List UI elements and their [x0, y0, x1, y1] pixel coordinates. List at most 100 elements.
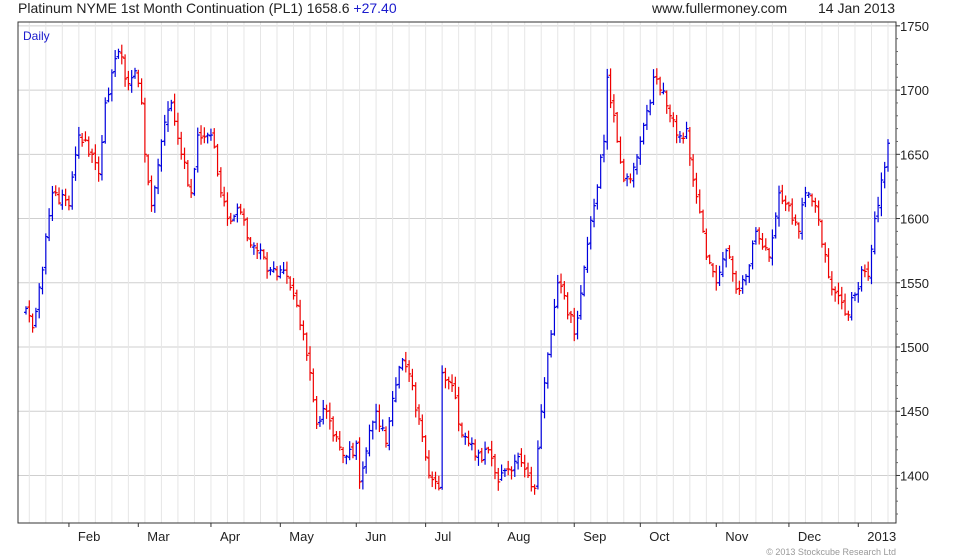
ohlc-bar — [519, 448, 524, 467]
ohlc-bar — [166, 101, 171, 132]
price-chart: 1400 1450 1500 1550 1600 1650 1700 1750 Feb Mar Ap… — [17, 19, 929, 557]
ohlc-bar — [225, 192, 230, 226]
ohlc-bar — [440, 365, 445, 490]
axis-ticks: 1400 1450 1500 1550 1600 1650 1700 1750 Feb Mar Ap… — [68, 19, 929, 544]
ohlc-bar — [271, 261, 276, 273]
ohlc-bar — [311, 368, 316, 403]
ohlc-bar — [423, 435, 428, 461]
ohlc-bar — [142, 97, 147, 163]
ohlc-bar — [836, 282, 841, 305]
ohlc-bar — [796, 222, 801, 239]
ohlc-bar — [175, 112, 180, 145]
x-tick-label: Feb — [78, 529, 100, 544]
ohlc-bar — [582, 265, 587, 297]
ohlc-bar — [179, 131, 184, 160]
ohlc-bar — [499, 464, 504, 481]
ohlc-bar — [377, 404, 382, 433]
ohlc-bar — [57, 187, 62, 205]
ohlc-bar — [294, 289, 299, 308]
ohlc-bar — [618, 136, 623, 164]
ohlc-bar — [324, 404, 329, 419]
ohlc-bar — [417, 404, 422, 425]
ohlc-bar — [222, 186, 227, 207]
ohlc-bar — [182, 147, 187, 170]
ohlc-bar — [674, 114, 679, 144]
ohlc-bar — [710, 263, 715, 278]
ohlc-bar — [707, 254, 712, 265]
ohlc-bar — [245, 217, 250, 242]
ohlc-bar — [218, 167, 223, 198]
ohlc-bar — [426, 450, 431, 479]
ohlc-bar — [380, 419, 385, 432]
ohlc-bar — [463, 432, 468, 445]
ohlc-bar — [644, 104, 649, 130]
ohlc-bar — [238, 203, 243, 215]
x-tick-label: Aug — [507, 529, 530, 544]
ohlc-bar — [212, 128, 217, 149]
ohlc-bar — [433, 471, 438, 490]
y-tick-label: 1750 — [900, 19, 929, 34]
ohlc-bar — [727, 245, 732, 259]
ohlc-bar — [30, 313, 35, 333]
ohlc-bar — [96, 156, 101, 182]
ohlc-bar — [317, 416, 322, 427]
x-tick-label: Jun — [365, 529, 386, 544]
ohlc-bar — [281, 261, 286, 275]
ohlc-bar — [308, 346, 313, 381]
period-label: Daily — [23, 29, 50, 43]
ohlc-bar — [628, 173, 633, 184]
y-tick-label: 1550 — [900, 276, 929, 291]
ohlc-bar — [882, 161, 887, 189]
ohlc-bar — [387, 417, 392, 451]
ohlc-bar — [284, 261, 289, 284]
ohlc-bar — [651, 69, 656, 106]
x-tick-label: Mar — [147, 529, 170, 544]
ohlc-bar — [152, 185, 157, 213]
ohlc-bar — [63, 188, 68, 207]
ohlc-bar — [27, 300, 32, 323]
ohlc-bar — [826, 248, 831, 279]
ohlc-bar — [90, 148, 95, 163]
ohlc-bar — [364, 447, 369, 474]
ohlc-bar — [608, 68, 613, 109]
ohlc-bar — [555, 274, 560, 309]
ohlc-bar — [522, 454, 527, 478]
y-tick-label: 1600 — [900, 212, 929, 227]
ohlc-bar — [829, 271, 834, 296]
ohlc-bar — [654, 68, 659, 85]
ohlc-bar — [611, 94, 616, 123]
ohlc-bar — [819, 219, 824, 248]
ohlc-bar — [162, 114, 167, 146]
ohlc-bar — [730, 255, 735, 282]
ohlc-bar — [40, 266, 45, 295]
ohlc-bar — [879, 172, 884, 217]
ohlc-bar — [195, 127, 200, 173]
ohlc-bar — [400, 358, 405, 371]
ohlc-bar — [331, 416, 336, 442]
ohlc-bar — [248, 237, 253, 248]
ohlc-bar — [631, 162, 636, 188]
ohlc-bar — [390, 391, 395, 427]
y-tick-label: 1450 — [900, 404, 929, 419]
ohlc-bar — [261, 249, 266, 260]
ohlc-bar — [139, 78, 144, 105]
ohlc-bar — [509, 466, 514, 480]
ohlc-bar — [601, 134, 606, 163]
x-tick-label: Apr — [220, 529, 241, 544]
ohlc-bar — [334, 431, 339, 442]
ohlc-bar — [436, 475, 441, 491]
ohlc-bar — [258, 243, 263, 260]
ohlc-bar — [747, 264, 752, 283]
ohlc-bar — [671, 112, 676, 128]
ohlc-bar — [790, 198, 795, 225]
ohlc-bar — [109, 69, 114, 102]
ohlc-bar — [149, 175, 154, 212]
ohlc-bar — [383, 426, 388, 448]
ohlc-bar — [773, 212, 778, 239]
ohlc-bar — [119, 44, 124, 65]
ohlc-bar — [849, 292, 854, 321]
ohlc-bar — [33, 307, 38, 328]
ohlc-bar — [559, 273, 564, 294]
ohlc-bars — [24, 44, 890, 495]
ohlc-bar — [407, 360, 412, 382]
